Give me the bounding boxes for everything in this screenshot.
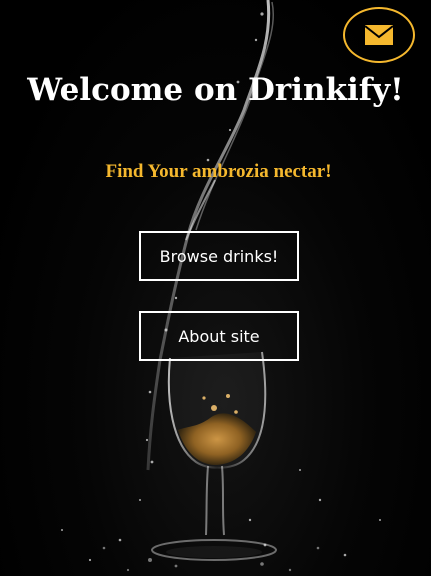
page-title: Welcome on Drinkify!: [27, 72, 404, 108]
contact-mail-button[interactable]: [343, 7, 415, 63]
browse-drinks-button[interactable]: Browse drinks!: [139, 231, 299, 281]
landing-page: Welcome on Drinkify! Find Your ambrozia …: [0, 0, 431, 576]
envelope-icon: [364, 25, 394, 45]
tagline: Find Your ambrozia nectar!: [105, 161, 332, 182]
about-site-button[interactable]: About site: [139, 311, 299, 361]
